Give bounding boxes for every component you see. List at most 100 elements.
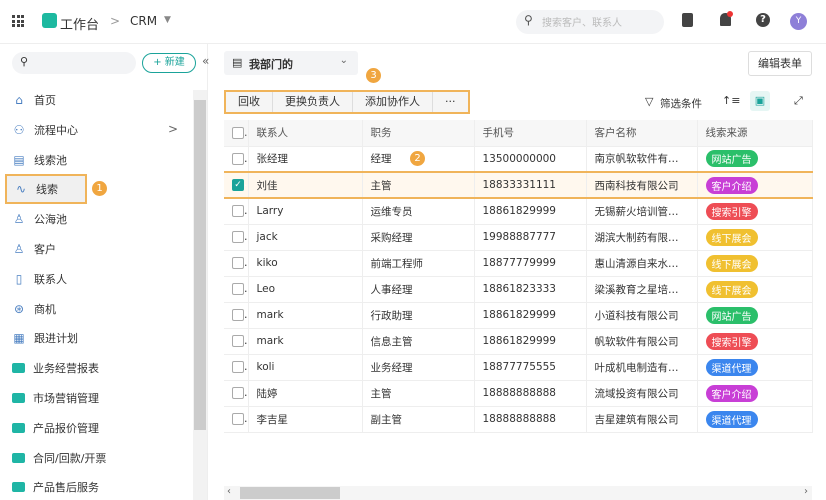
more-button[interactable]: ··· — [433, 92, 468, 112]
help-icon[interactable]: ? — [756, 13, 770, 27]
column-header[interactable]: 联系人 — [248, 120, 362, 146]
source-tag: 客户介绍 — [706, 177, 758, 194]
sidebar-item[interactable]: ▤线索池 — [12, 148, 67, 172]
sidebar-item[interactable]: 产品报价管理 — [12, 416, 99, 440]
sidebar-item[interactable]: ♙公海池 — [12, 207, 67, 231]
phone-cell: 18877779999 — [474, 250, 586, 276]
table-row[interactable]: Larry 运维专员 18861829999 无锡薪火培训管理机构 搜索引擎 — [224, 198, 812, 224]
add-collaborator-button[interactable]: 添加协作人 — [353, 92, 433, 112]
sidebar-item[interactable]: 市场营销管理 — [12, 386, 99, 410]
sidebar-item[interactable]: ▯联系人 — [12, 267, 67, 291]
row-checkbox[interactable] — [232, 335, 244, 347]
sidebar-item-label: 商机 — [34, 301, 56, 317]
new-button[interactable]: + 新建 — [142, 53, 196, 73]
sidebar-item[interactable]: ♙客户 — [12, 237, 56, 261]
row-checkbox[interactable] — [232, 387, 244, 399]
bulk-action-bar: 回收 更换负责人 添加协作人 ··· — [224, 90, 470, 114]
sidebar-scrollbar[interactable] — [193, 90, 207, 500]
module-name[interactable]: CRM — [130, 14, 157, 28]
search-icon: ⚲ — [524, 13, 533, 27]
table-row[interactable]: mark 信息主管 18861829999 帆软软件有限公司 搜索引擎 — [224, 328, 812, 354]
scroll-left-icon[interactable]: ‹ — [227, 486, 231, 497]
global-search-input[interactable]: ⚲搜索客户、联系人 — [516, 10, 664, 34]
row-checkbox[interactable]: ✓ — [232, 179, 244, 191]
title-cell: 业务经理 — [362, 354, 474, 380]
contact-cell: Leo — [248, 276, 362, 302]
row-checkbox[interactable] — [232, 153, 244, 165]
table-row[interactable]: 陆婷 主管 18888888888 流域投资有限公司 客户介绍 — [224, 380, 812, 406]
table-row[interactable]: Leo 人事经理 18861823333 梁溪教育之星培训管理 线下展会 — [224, 276, 812, 302]
company-cell: 叶成机电制造有限公司 — [586, 354, 697, 380]
row-checkbox[interactable] — [232, 257, 244, 269]
title-cell: 副主管 — [362, 406, 474, 432]
fullscreen-icon[interactable]: ⤢ — [794, 94, 803, 108]
table-row[interactable]: ✓ 刘佳 主管 18833331111 西南科技有限公司 客户介绍 — [224, 172, 812, 198]
row-checkbox[interactable] — [232, 309, 244, 321]
row-checkbox[interactable] — [232, 205, 244, 217]
table-row[interactable]: 李吉星 副主管 18888888888 吉星建筑有限公司 渠道代理 — [224, 406, 812, 432]
card-view-icon[interactable]: ▣ — [750, 91, 770, 111]
sort-icon[interactable]: ↑≡ — [722, 94, 740, 107]
breadcrumb-separator: > — [110, 14, 120, 28]
phone-cell: 18861829999 — [474, 302, 586, 328]
sidebar-item-label: 联系人 — [34, 271, 67, 287]
column-header[interactable]: 职务 — [362, 120, 474, 146]
column-header[interactable]: 手机号 — [474, 120, 586, 146]
phone-cell: 18861829999 — [474, 198, 586, 224]
row-checkbox[interactable] — [232, 283, 244, 295]
sidebar-item[interactable]: 产品售后服务 — [12, 475, 99, 499]
table-row[interactable]: mark 行政助理 18861829999 小道科技有限公司 网站广告 — [224, 302, 812, 328]
horizontal-scrollbar[interactable]: ‹ › — [224, 486, 812, 500]
filter-icon[interactable]: ▽ — [645, 95, 653, 108]
change-owner-button[interactable]: 更换负责人 — [273, 92, 353, 112]
edit-form-button[interactable]: 编辑表单 — [748, 51, 812, 76]
app-title[interactable]: 工作台 — [60, 14, 99, 33]
row-checkbox[interactable] — [232, 231, 244, 243]
view-selector[interactable]: ▤ 我部门的 ⌄ — [224, 51, 358, 75]
step-badge-2: 2 — [410, 151, 425, 166]
bell-icon[interactable] — [720, 13, 731, 26]
source-tag: 网站广告 — [706, 307, 758, 324]
sidebar-item[interactable]: 业务经营报表 — [12, 356, 99, 380]
leads-table: 联系人 职务 手机号 客户名称 线索来源 张经理 经理 13500000000 … — [224, 120, 813, 433]
opportunity-icon: ⊛ — [12, 302, 26, 316]
collapse-sidebar-icon[interactable]: « — [202, 54, 209, 68]
select-all-checkbox[interactable] — [232, 127, 244, 139]
title-cell: 人事经理 — [362, 276, 474, 302]
phone-cell: 18877775555 — [474, 354, 586, 380]
title-cell: 前端工程师 — [362, 250, 474, 276]
avatar[interactable]: Y — [790, 13, 807, 30]
scroll-right-icon[interactable]: › — [804, 486, 808, 497]
chevron-right-icon[interactable]: > — [168, 122, 178, 136]
row-checkbox[interactable] — [232, 361, 244, 373]
contact-cell: mark — [248, 302, 362, 328]
calendar-icon: ▦ — [12, 331, 26, 345]
book-icon[interactable] — [682, 13, 693, 27]
sidebar-item[interactable]: 合同/回款/开票 — [12, 446, 106, 470]
filter-button[interactable]: 筛选条件 — [660, 96, 702, 111]
source-tag: 客户介绍 — [706, 385, 758, 402]
table-row[interactable]: 张经理 经理 13500000000 南京帆软软件有限公司 网站广告 — [224, 146, 812, 172]
table-row[interactable]: koli 业务经理 18877775555 叶成机电制造有限公司 渠道代理 — [224, 354, 812, 380]
step-badge-1: 1 — [92, 181, 107, 196]
sidebar-item[interactable]: ⌂首页 — [12, 88, 56, 112]
sidebar-item[interactable]: ⚇流程中心 — [12, 118, 78, 142]
column-header[interactable]: 客户名称 — [586, 120, 697, 146]
column-header[interactable]: 线索来源 — [697, 120, 812, 146]
contact-cell: 陆婷 — [248, 380, 362, 406]
title-cell: 运维专员 — [362, 198, 474, 224]
sidebar-item[interactable]: ⊛ 商机 — [12, 297, 56, 321]
phone-cell: 18833331111 — [474, 172, 586, 198]
sidebar-item[interactable]: ∿线索 — [5, 174, 87, 204]
apps-grid-icon[interactable] — [12, 15, 24, 27]
folder-icon — [12, 482, 25, 492]
module-dropdown-icon[interactable]: ▼ — [164, 15, 171, 25]
row-checkbox[interactable] — [232, 413, 244, 425]
sidebar-item[interactable]: ▦跟进计划 — [12, 326, 78, 350]
table-row[interactable]: kiko 前端工程师 18877779999 惠山清源自来水有限公司 线下展会 — [224, 250, 812, 276]
sidebar-search-input[interactable]: ⚲ — [12, 52, 136, 74]
recycle-button[interactable]: 回收 — [226, 92, 273, 112]
table-view-icon: ▤ — [232, 56, 242, 69]
company-cell: 流域投资有限公司 — [586, 380, 697, 406]
table-row[interactable]: jack 采购经理 19988887777 湖滨大制药有限公司 线下展会 — [224, 224, 812, 250]
